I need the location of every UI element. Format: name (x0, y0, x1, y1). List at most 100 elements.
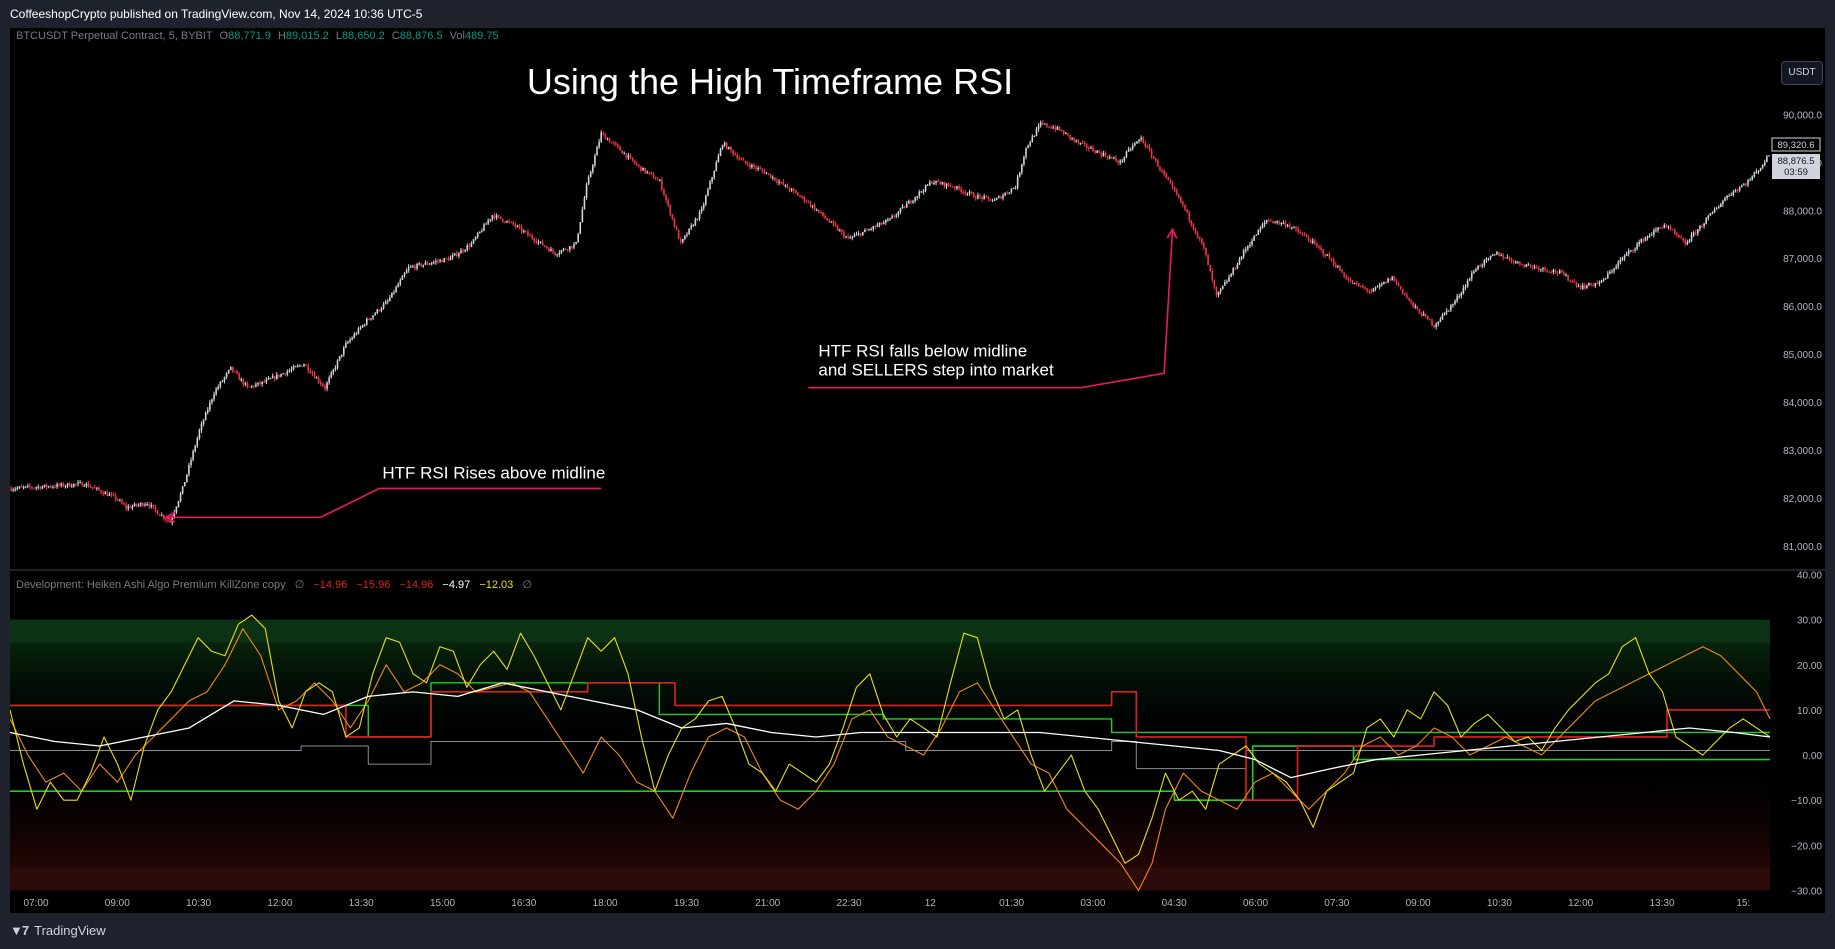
candle-body (397, 284, 400, 288)
candle-body (562, 248, 565, 251)
candle-body (1096, 150, 1098, 153)
candle-body (1349, 279, 1352, 282)
candle-body (765, 173, 768, 175)
candle-body (1630, 250, 1632, 252)
time-tick-label: 07:00 (23, 898, 48, 909)
candle-body (265, 379, 268, 382)
candle-body (1757, 171, 1760, 173)
candle-body (1075, 140, 1078, 142)
candle-body (1035, 129, 1038, 136)
candle-body (326, 382, 328, 389)
candle-body (556, 254, 559, 256)
candle-body (1380, 283, 1383, 285)
candle-body (1316, 243, 1318, 246)
price-tick-label: 85,000.0 (1783, 350, 1822, 361)
candle-body (22, 486, 25, 488)
candle-body (476, 233, 479, 238)
annotations: HTF RSI Rises above midline HTF RSI falls… (164, 227, 1178, 523)
candle-body (1740, 185, 1743, 188)
candle-body (1092, 147, 1094, 152)
candle-body (866, 229, 868, 231)
candle-body (24, 486, 27, 488)
currency-unit-button[interactable]: USDT (1781, 61, 1823, 85)
candle-body (998, 196, 1000, 199)
candle-body (353, 334, 356, 338)
candle-body (1374, 287, 1377, 289)
candle-body (1062, 130, 1065, 135)
candle-body (897, 211, 900, 216)
candle-body (782, 181, 785, 185)
candle-body (286, 371, 289, 375)
candle-body (56, 484, 58, 488)
candle-body (805, 200, 808, 202)
candle-body (527, 231, 529, 235)
candle-body (435, 261, 437, 263)
candle-body (1717, 206, 1720, 209)
candle-body (1395, 280, 1398, 283)
candle-body (669, 205, 672, 215)
candle-body (1150, 150, 1153, 157)
candle-body (1052, 127, 1055, 129)
candle-body (1441, 314, 1444, 320)
candle-body (545, 246, 548, 249)
candle-body (1711, 212, 1714, 214)
candle-body (510, 221, 513, 223)
candle-body (1470, 273, 1473, 279)
candle-body (1697, 229, 1699, 234)
candle-body (89, 486, 92, 488)
candle-body (1517, 261, 1519, 263)
candle-body (612, 142, 615, 144)
candle-body (746, 163, 749, 165)
candle-body (1673, 230, 1676, 234)
candle-body (1230, 274, 1232, 277)
candle-body (1309, 239, 1312, 243)
candle-body (583, 197, 586, 210)
candle-body (1640, 239, 1643, 243)
candle-body (769, 174, 772, 178)
candle-body (1276, 221, 1278, 223)
candle-body (1416, 306, 1419, 310)
time-tick-label: 22:30 (836, 898, 861, 909)
footer-brand[interactable]: ▼7 TradingView (10, 923, 106, 938)
chart-area[interactable]: 91,000.090,000.089,000.088,000.087,000.0… (10, 28, 1825, 913)
candle-body (1165, 174, 1168, 178)
candle-body (1508, 257, 1511, 260)
candle-body (908, 201, 910, 204)
candle-body (1098, 150, 1101, 153)
candle-body (336, 360, 339, 368)
candle-body (1634, 248, 1636, 251)
candle-body (33, 487, 35, 489)
candle-body (1655, 229, 1657, 231)
price-y-axis[interactable]: 91,000.090,000.089,000.088,000.087,000.0… (1783, 62, 1822, 553)
candle-body (1031, 136, 1034, 143)
rsi-y-axis[interactable]: 40.00 30.00 20.00 10.00 0.00 −10.00 −20.00 −30.… (1791, 571, 1822, 898)
time-tick-label: 04:30 (1162, 898, 1187, 909)
candle-body (920, 191, 923, 193)
candle-body (156, 510, 159, 515)
candle-body (514, 224, 517, 227)
candle-body (564, 248, 567, 250)
candle-body (148, 503, 150, 507)
candle-body (776, 180, 778, 183)
candle-body (1297, 228, 1299, 232)
candle-body (83, 485, 86, 487)
candle-body (1688, 240, 1691, 243)
candle-body (1148, 146, 1151, 151)
candle-body (1466, 280, 1469, 287)
time-axis[interactable]: 07:00 09:00 10:30 12:00 13:30 15:00 16:30 18:00… (23, 898, 1750, 909)
candle-body (592, 165, 594, 172)
candle-body (280, 374, 282, 377)
candle-body (456, 253, 458, 256)
rsi-tick-label: 30.00 (1797, 616, 1822, 627)
candle-body (966, 193, 969, 195)
candle-body (376, 309, 379, 314)
candle-body (246, 383, 249, 387)
candle-body (288, 370, 291, 372)
candle-body (357, 328, 360, 334)
candle-body (872, 226, 875, 230)
candle-body (1201, 238, 1203, 244)
chart-svg[interactable]: 91,000.090,000.089,000.088,000.087,000.0… (10, 28, 1825, 913)
candle-body (1234, 268, 1237, 270)
time-tick-label: 13:30 (1649, 898, 1674, 909)
candle-body (1033, 135, 1036, 137)
